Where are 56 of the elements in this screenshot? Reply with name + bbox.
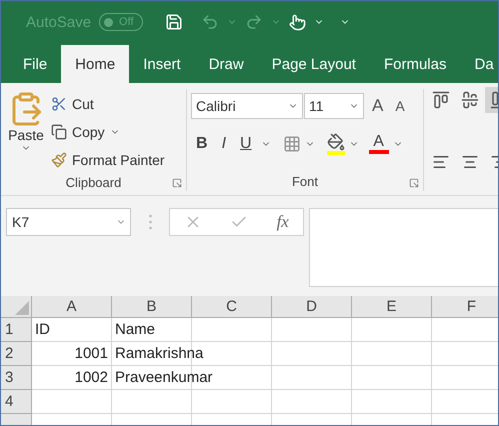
shrink-font-button[interactable]: A — [391, 98, 409, 114]
cell-text: ID — [35, 321, 50, 338]
align-icon — [461, 153, 479, 171]
cell-text: Praveenkumar — [115, 369, 213, 386]
grow-font-button[interactable]: A — [368, 96, 388, 116]
align-icon — [461, 91, 479, 109]
bold-button[interactable]: B — [191, 135, 213, 153]
paintbrush-icon — [51, 152, 67, 168]
cell-text: Name — [115, 321, 156, 338]
touch-icon[interactable] — [289, 14, 306, 30]
ribbon-tab[interactable]: Page Layout — [258, 45, 370, 83]
align-icon — [432, 153, 450, 171]
align-icon — [432, 91, 450, 109]
group-label: Clipboard — [66, 174, 122, 190]
formula-field[interactable] — [309, 208, 498, 287]
row-header[interactable]: 2 — [1, 342, 32, 366]
cell-text: 1002 — [74, 369, 108, 386]
paste-button[interactable]: Paste — [1, 89, 51, 173]
save-icon[interactable] — [165, 13, 184, 31]
group-label: Font — [292, 174, 318, 188]
column-header[interactable]: E — [352, 296, 432, 318]
corner-triangle-icon — [15, 301, 29, 315]
borders-icon[interactable] — [282, 135, 301, 153]
row-header[interactable]: 1 — [1, 318, 32, 342]
cut-button[interactable]: Cut — [51, 91, 165, 117]
insert-function-button[interactable]: fx — [276, 212, 289, 232]
dialog-launcher-icon[interactable] — [172, 178, 182, 188]
ribbon-tab[interactable]: Draw — [194, 45, 258, 83]
cell-text: 1001 — [74, 345, 108, 362]
font-size-combo[interactable]: 11 — [304, 93, 364, 119]
font-color-button[interactable]: A — [368, 134, 389, 154]
fill-color-icon[interactable] — [326, 133, 345, 155]
cell-text: Ramakrishna — [115, 345, 204, 362]
copy-icon — [51, 124, 67, 140]
column-header[interactable]: B — [112, 296, 192, 318]
row-header[interactable]: 4 — [1, 390, 32, 414]
underline-button[interactable]: U — [235, 135, 257, 153]
row-header[interactable]: 3 — [1, 366, 32, 390]
dialog-launcher-icon[interactable] — [409, 178, 419, 188]
column-header[interactable]: A — [32, 296, 112, 318]
column-header[interactable]: C — [192, 296, 272, 318]
ribbon-tab[interactable]: File — [9, 45, 62, 83]
ribbon-tab[interactable]: Formulas — [370, 45, 460, 83]
ribbon-tab[interactable]: Insert — [129, 45, 195, 83]
autosave-label: AutoSave — [26, 14, 92, 30]
format-painter-button[interactable]: Format Painter — [51, 147, 165, 173]
copy-button[interactable]: Copy — [51, 119, 165, 145]
grip-icon — [148, 214, 152, 230]
column-header[interactable]: F — [432, 296, 498, 318]
font-name-combo[interactable]: Calibri — [191, 93, 303, 119]
italic-button[interactable]: I — [216, 135, 232, 153]
ribbon-tab[interactable]: Da — [460, 45, 498, 83]
name-box[interactable]: K7 — [6, 208, 131, 236]
ribbon-tab[interactable]: Home — [61, 45, 130, 83]
column-header[interactable]: D — [272, 296, 352, 318]
scissors-icon — [51, 96, 67, 112]
